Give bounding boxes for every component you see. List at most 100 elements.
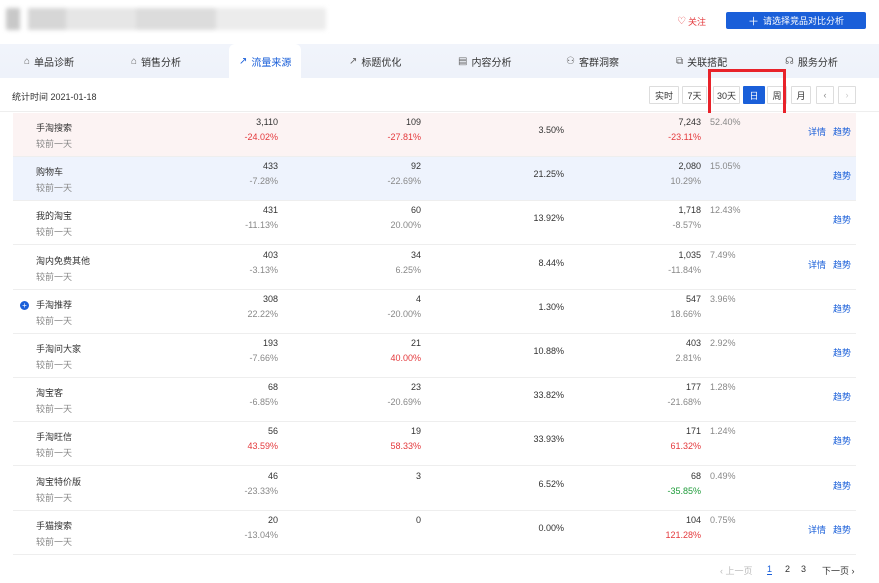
bag-icon: ⌂ [131, 55, 138, 67]
pv-change: 18.66% [670, 308, 701, 319]
table-row: 手猫搜索 较前一天 20 -13.04% 0 0.00% 104 121.28% 0.75% 详情… [13, 511, 856, 555]
next-date-button[interactable]: › [838, 86, 856, 104]
buyers-value: 0 [415, 514, 421, 525]
compare-competitor-button[interactable]: ＋ 请选择竞品对比分析 [726, 12, 866, 29]
compare-label: 较前一天 [36, 448, 73, 459]
compare-label: 较前一天 [36, 360, 73, 370]
page-3[interactable]: 3 [801, 564, 806, 574]
buyers-change: -20.69% [387, 397, 421, 408]
tab-traffic-source[interactable]: ↗ 流量来源 [229, 44, 302, 78]
conversion-rate: 10.88% [533, 346, 564, 356]
table-row: 手淘问大家 较前一天 193 -7.66% 21 40.00% 10.88% 403 2.81%… [13, 334, 856, 378]
source-name: 手淘问大家 [36, 344, 82, 354]
detail-link[interactable]: 详情 [808, 523, 826, 536]
conversion-rate: 33.93% [533, 434, 564, 445]
follow-label: 关注 [687, 17, 706, 27]
share-percent: 52.40% [710, 117, 741, 127]
pagination: ‹ 上一页 1 2 3 下一页 › [0, 560, 879, 580]
visitors-change: -7.28% [249, 176, 278, 187]
trend-link[interactable]: 趋势 [833, 523, 851, 536]
conversion-rate: 33.82% [533, 390, 564, 401]
pv-change: 121.28% [665, 529, 701, 540]
share-percent: 15.05% [710, 161, 741, 172]
buyers-change: 20.00% [390, 220, 421, 231]
range-7d[interactable]: 7天 [682, 86, 707, 104]
tab-content[interactable]: ▤ 内容分析 [458, 44, 511, 78]
tab-label: 流量来源 [251, 57, 292, 69]
conversion-rate: 0.00% [538, 522, 564, 533]
user-icon: ⚇ [566, 55, 575, 67]
conversion-rate: 13.92% [533, 213, 564, 224]
visitors-value: 193 [262, 338, 278, 348]
tab-label: 客群洞察 [578, 57, 619, 69]
trend-link[interactable]: 趋势 [833, 258, 851, 271]
range-realtime[interactable]: 实时 [649, 86, 679, 104]
source-name: 淘内免费其他 [36, 255, 91, 266]
tab-label: 标题优化 [361, 57, 402, 69]
detail-link[interactable]: 详情 [808, 125, 826, 138]
buyers-change: -27.81% [387, 132, 421, 142]
tab-label: 销售分析 [141, 57, 182, 69]
source-name: 手猫搜索 [36, 520, 73, 531]
bag-icon: ⌂ [24, 55, 31, 67]
share-percent: 7.49% [710, 249, 736, 260]
source-name: 淘宝客 [36, 388, 64, 399]
buyers-value: 92 [410, 161, 421, 172]
table-row: 手淘旺信 较前一天 56 43.59% 19 58.33% 33.93% 171 61.32% 1… [13, 422, 856, 467]
page-2[interactable]: 2 [785, 564, 790, 574]
trend-link[interactable]: 趋势 [833, 302, 851, 315]
tab-audience[interactable]: ⚇ 客群洞察 [566, 44, 619, 78]
tab-diagnosis[interactable]: ⌂ 单品诊断 [24, 44, 74, 78]
visitors-change: -24.02% [244, 132, 278, 142]
trend-link[interactable]: 趋势 [833, 434, 851, 447]
share-percent: 0.49% [710, 470, 736, 481]
visitors-value: 3,110 [256, 117, 278, 127]
tab-sales[interactable]: ⌂ 销售分析 [131, 44, 181, 78]
trend-link[interactable]: 趋势 [833, 346, 851, 359]
table-row: 手淘搜索 较前一天 3,110 -24.02% 109 -27.81% 3.50% 7,243… [13, 113, 856, 157]
next-page-button[interactable]: 下一页 › [822, 564, 855, 577]
share-percent: 1.24% [710, 426, 736, 437]
source-name: 购物车 [36, 167, 64, 178]
heart-icon: ♡ [677, 16, 686, 27]
pv-value: 1,035 [678, 249, 701, 260]
follow-button[interactable]: ♡ 关注 [677, 15, 706, 28]
buyers-change: 58.33% [390, 441, 421, 452]
pv-value: 403 [685, 338, 701, 348]
expand-plus-icon[interactable]: + [20, 300, 29, 310]
buyers-value: 19 [410, 426, 421, 437]
detail-link[interactable]: 详情 [808, 258, 826, 271]
share-percent: 1.28% [710, 382, 736, 393]
trend-icon: ↗ [349, 55, 358, 67]
tab-title-optimize[interactable]: ↗ 标题优化 [349, 44, 401, 78]
buyers-value: 3 [415, 470, 421, 481]
visitors-value: 308 [262, 293, 278, 304]
pv-value: 7,243 [678, 117, 701, 127]
prev-page-button[interactable]: ‹ 上一页 [720, 564, 753, 577]
trend-link[interactable]: 趋势 [833, 125, 851, 138]
tab-label: 服务分析 [797, 57, 838, 69]
share-percent: 2.92% [710, 338, 736, 348]
conversion-rate: 1.30% [538, 301, 564, 312]
buyers-value: 60 [410, 205, 421, 216]
tab-service[interactable]: ☊ 服务分析 [785, 44, 838, 78]
buyers-value: 23 [410, 382, 421, 393]
source-name: 手淘搜索 [36, 123, 73, 133]
conversion-rate: 6.52% [538, 478, 564, 489]
pv-change: 2.81% [675, 353, 701, 363]
prev-date-button[interactable]: ‹ [816, 86, 834, 104]
range-month[interactable]: 月 [791, 86, 811, 104]
tab-label: 关联搭配 [687, 57, 728, 69]
trend-link[interactable]: 趋势 [833, 390, 851, 403]
trend-link[interactable]: 趋势 [833, 169, 851, 182]
pv-change: -8.57% [672, 220, 701, 231]
pv-value: 104 [685, 514, 701, 525]
trend-icon: ↗ [239, 55, 248, 67]
trend-link[interactable]: 趋势 [833, 479, 851, 492]
compare-label: 较前一天 [36, 227, 73, 238]
page-1[interactable]: 1 [767, 564, 773, 575]
trend-link[interactable]: 趋势 [833, 213, 851, 226]
buyers-value: 109 [405, 117, 421, 127]
pv-change: -11.84% [668, 264, 701, 275]
source-name: 手淘旺信 [36, 432, 73, 443]
